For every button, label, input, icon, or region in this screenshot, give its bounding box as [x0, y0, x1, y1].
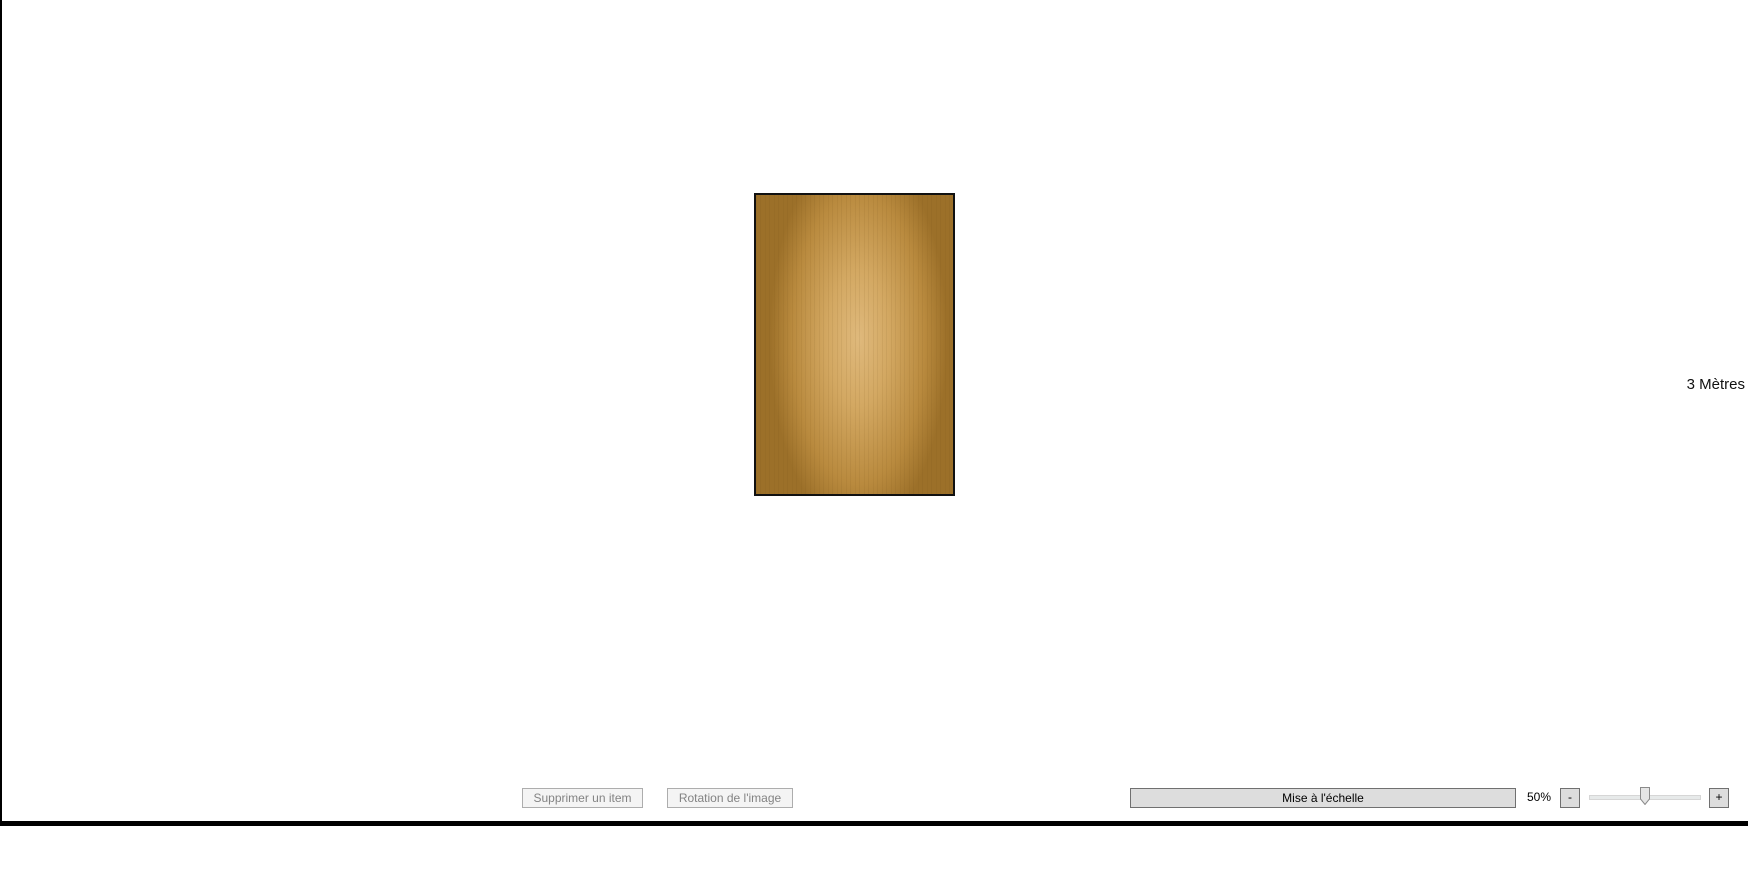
rotate-image-button[interactable]: Rotation de l'image: [667, 788, 793, 808]
zoom-value: 50%: [1527, 790, 1552, 804]
delete-item-button[interactable]: Supprimer un item: [522, 788, 643, 808]
scale-button[interactable]: Mise à l'échelle: [1130, 788, 1516, 808]
wood-texture-item[interactable]: [754, 193, 955, 496]
design-canvas[interactable]: 3 Mètres Supprimer un item Rotation de l…: [0, 0, 1748, 826]
zoom-out-button[interactable]: -: [1560, 788, 1580, 808]
scale-label: 3 Mètres: [1686, 376, 1745, 393]
app-window: 3 Mètres Supprimer un item Rotation de l…: [0, 0, 1748, 881]
zoom-slider-thumb[interactable]: [1640, 787, 1650, 805]
zoom-in-button[interactable]: +: [1709, 788, 1729, 808]
zoom-slider[interactable]: [1589, 786, 1701, 808]
